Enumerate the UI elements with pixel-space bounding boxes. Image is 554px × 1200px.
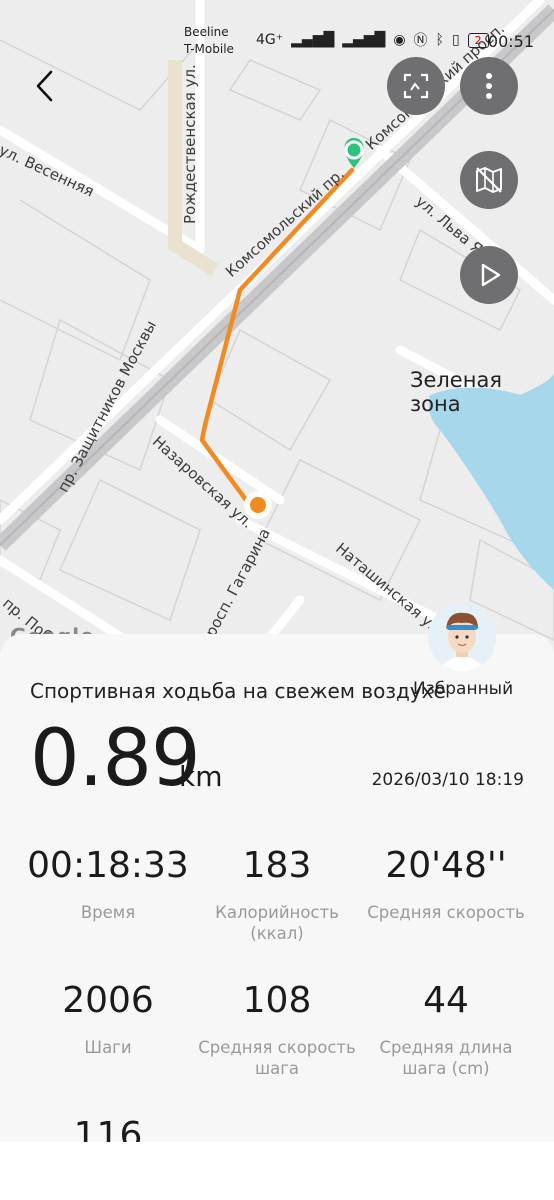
stat-stride: 44 Средняя длина шага (cm)	[356, 983, 536, 1080]
stat-label: Средняя скорость	[367, 903, 525, 922]
carrier-name: Beeline	[184, 25, 229, 39]
zone-label: Зеленая зона	[410, 368, 502, 416]
stat-label: Калорийность (ккал)	[215, 903, 339, 944]
carrier-name: T-Mobile	[184, 42, 234, 56]
back-button[interactable]	[30, 68, 62, 104]
eye-icon: ◉	[393, 32, 406, 48]
avatar[interactable]	[428, 603, 496, 671]
stat-value: 20'48''	[385, 845, 507, 886]
status-icons: 4G⁺ ▂▄▆█ ▂▄▆█ ◉ Ⓝ ᛒ ▯ 2	[256, 30, 489, 50]
workout-datetime: 2026/03/10 18:19	[371, 770, 524, 790]
more-button[interactable]	[460, 57, 518, 115]
battery-icon: 2	[467, 32, 489, 48]
favorite-label[interactable]: Избранный	[413, 679, 513, 699]
stat-value: 108	[242, 980, 312, 1021]
stat-value: 00:18:33	[27, 845, 189, 886]
distance-value: 0.89	[30, 714, 201, 804]
stat-label: Средняя скорость шага	[198, 1038, 356, 1079]
bluetooth-icon: ᛒ	[435, 32, 444, 48]
stat-value: 2006	[62, 980, 154, 1021]
stat-avg-pace: 20'48'' Средняя скорость	[356, 848, 536, 923]
stat-label: Шаги	[84, 1038, 132, 1057]
stat-label: Средняя длина шага (cm)	[379, 1038, 513, 1079]
stat-steps: 2006 Шаги	[18, 983, 198, 1058]
stat-value: 44	[423, 980, 469, 1021]
chevron-left-icon	[36, 70, 53, 102]
distance-unit: km	[179, 760, 223, 793]
avatar-icon	[428, 603, 496, 671]
status-bar: Beeline T-Mobile 4G⁺ ▂▄▆█ ▂▄▆█ ◉ Ⓝ ᛒ ▯ 2…	[184, 22, 534, 62]
street-label: Рождественская ул.	[181, 64, 199, 224]
stat-time: 00:18:33 Время	[18, 848, 198, 923]
play-button[interactable]	[460, 246, 518, 304]
signal-icon: ▂▄▆█	[342, 32, 386, 48]
map-off-icon	[476, 167, 502, 193]
play-icon	[481, 263, 501, 287]
clock: 00:51	[487, 32, 534, 51]
more-vertical-icon	[486, 73, 492, 99]
bottom-bar	[0, 1142, 554, 1200]
map-toggle-button[interactable]	[460, 151, 518, 209]
signal-icon: ▂▄▆█	[291, 32, 335, 48]
vibrate-icon: ▯	[451, 32, 460, 48]
screenshot-icon	[403, 73, 429, 99]
stat-value: 183	[242, 845, 312, 886]
nfc-icon: Ⓝ	[413, 33, 428, 49]
stat-calories: 183 Калорийность (ккал)	[187, 848, 367, 945]
stat-cadence: 108 Средняя скорость шага	[187, 983, 367, 1080]
network-type: 4G⁺	[256, 32, 284, 48]
screenshot-button[interactable]	[387, 57, 445, 115]
workout-title: Спортивная ходьба на свежем воздухе	[30, 679, 446, 703]
stat-label: Время	[80, 903, 136, 922]
